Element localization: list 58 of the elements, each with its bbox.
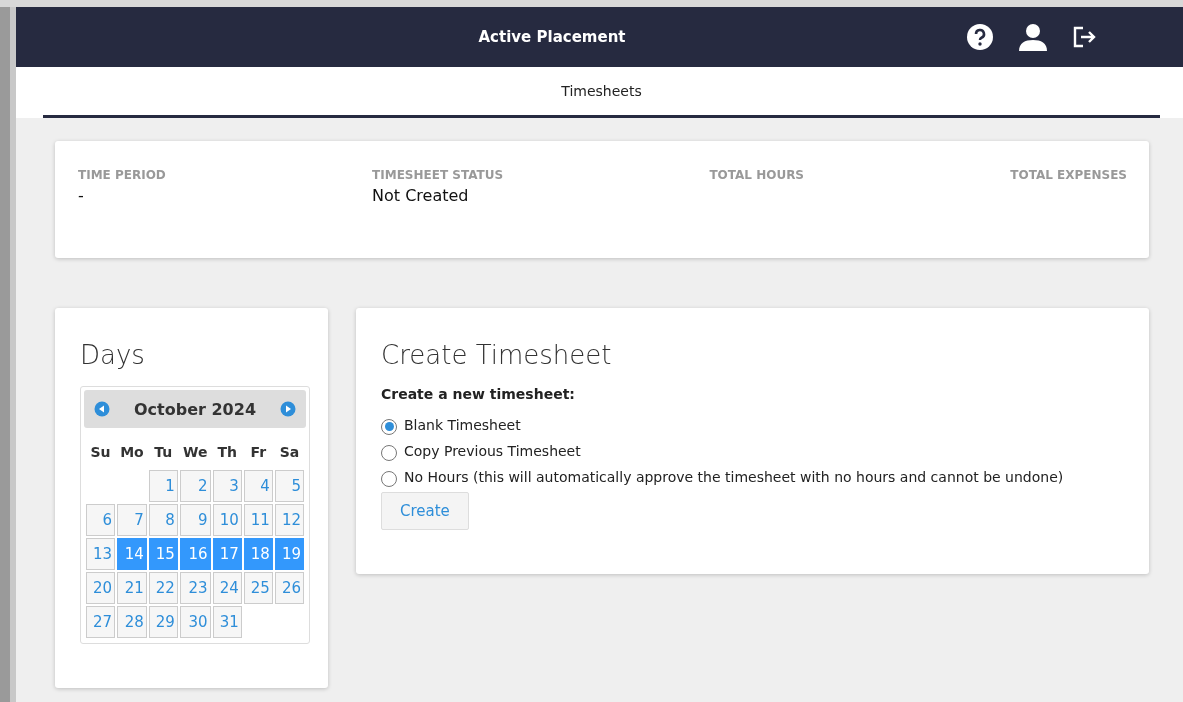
calendar-day[interactable]: 4: [243, 470, 273, 502]
calendar-day[interactable]: 28: [117, 606, 147, 638]
calendar-day[interactable]: 10: [212, 504, 242, 536]
calendar-day[interactable]: 15: [148, 538, 178, 570]
card-title: Days: [80, 340, 146, 370]
calendar-day[interactable]: 23: [179, 572, 211, 604]
page-title: Active Placement: [478, 28, 626, 46]
calendar-day[interactable]: 29: [148, 606, 178, 638]
next-month-icon[interactable]: [280, 401, 296, 417]
calendar-day[interactable]: 22: [148, 572, 178, 604]
help-icon[interactable]: [966, 23, 994, 51]
user-icon[interactable]: [1018, 23, 1048, 51]
calendar-day[interactable]: 27: [86, 606, 116, 638]
calendar-day[interactable]: 5: [274, 470, 304, 502]
calendar-day[interactable]: 16: [179, 538, 211, 570]
calendar-day[interactable]: 26: [274, 572, 304, 604]
calendar-day[interactable]: 25: [243, 572, 273, 604]
calendar-day[interactable]: 2: [179, 470, 211, 502]
calendar-day[interactable]: 18: [243, 538, 273, 570]
calendar-day[interactable]: 24: [212, 572, 242, 604]
calendar-day[interactable]: 8: [148, 504, 178, 536]
calendar-day[interactable]: 17: [212, 538, 242, 570]
calendar-day[interactable]: 21: [117, 572, 147, 604]
option-label[interactable]: No Hours (this will automatically approve the timesheet with no hours and cannot be undone): [404, 469, 1064, 485]
create-button[interactable]: Create: [381, 492, 469, 530]
month-label: October 2024: [134, 399, 256, 419]
field-label: TOTAL HOURS: [709, 168, 804, 182]
calendar-day[interactable]: 7: [117, 504, 147, 536]
field-label: TIMESHEET STATUS: [372, 168, 504, 182]
field-value: -: [78, 186, 85, 205]
calendar-day[interactable]: 6: [86, 504, 116, 536]
calendar-day[interactable]: 11: [243, 504, 273, 536]
option-label[interactable]: Blank Timesheet: [404, 417, 521, 433]
calendar-day[interactable]: 12: [274, 504, 304, 536]
calendar-day[interactable]: 20: [86, 572, 116, 604]
weekday-label: Tu: [153, 443, 174, 462]
calendar-day[interactable]: 19: [274, 538, 304, 570]
logout-icon[interactable]: [1072, 25, 1098, 49]
calendar-day[interactable]: 1: [148, 470, 178, 502]
calendar-day[interactable]: 31: [212, 606, 242, 638]
weekday-label: We: [182, 443, 209, 462]
weekday-label: Mo: [119, 443, 145, 462]
form-label: Create a new timesheet:: [381, 386, 576, 402]
calendar-day[interactable]: 3: [212, 470, 242, 502]
field-label: TIME PERIOD: [78, 168, 166, 182]
weekday-label: Th: [216, 443, 238, 462]
field-label: TOTAL EXPENSES: [1010, 168, 1127, 182]
calendar-day[interactable]: 13: [86, 538, 116, 570]
previous-month-icon[interactable]: [94, 401, 110, 417]
weekday-label: Su: [89, 443, 112, 462]
card-title: Create Timesheet: [381, 340, 613, 370]
calendar-day[interactable]: 30: [179, 606, 211, 638]
weekday-label: Fr: [249, 443, 268, 462]
weekday-label: Sa: [278, 443, 301, 462]
field-value: Not Created: [372, 186, 470, 205]
option-label[interactable]: Copy Previous Timesheet: [404, 443, 581, 459]
calendar-day[interactable]: 14: [117, 538, 147, 570]
calendar-day[interactable]: 9: [179, 504, 211, 536]
